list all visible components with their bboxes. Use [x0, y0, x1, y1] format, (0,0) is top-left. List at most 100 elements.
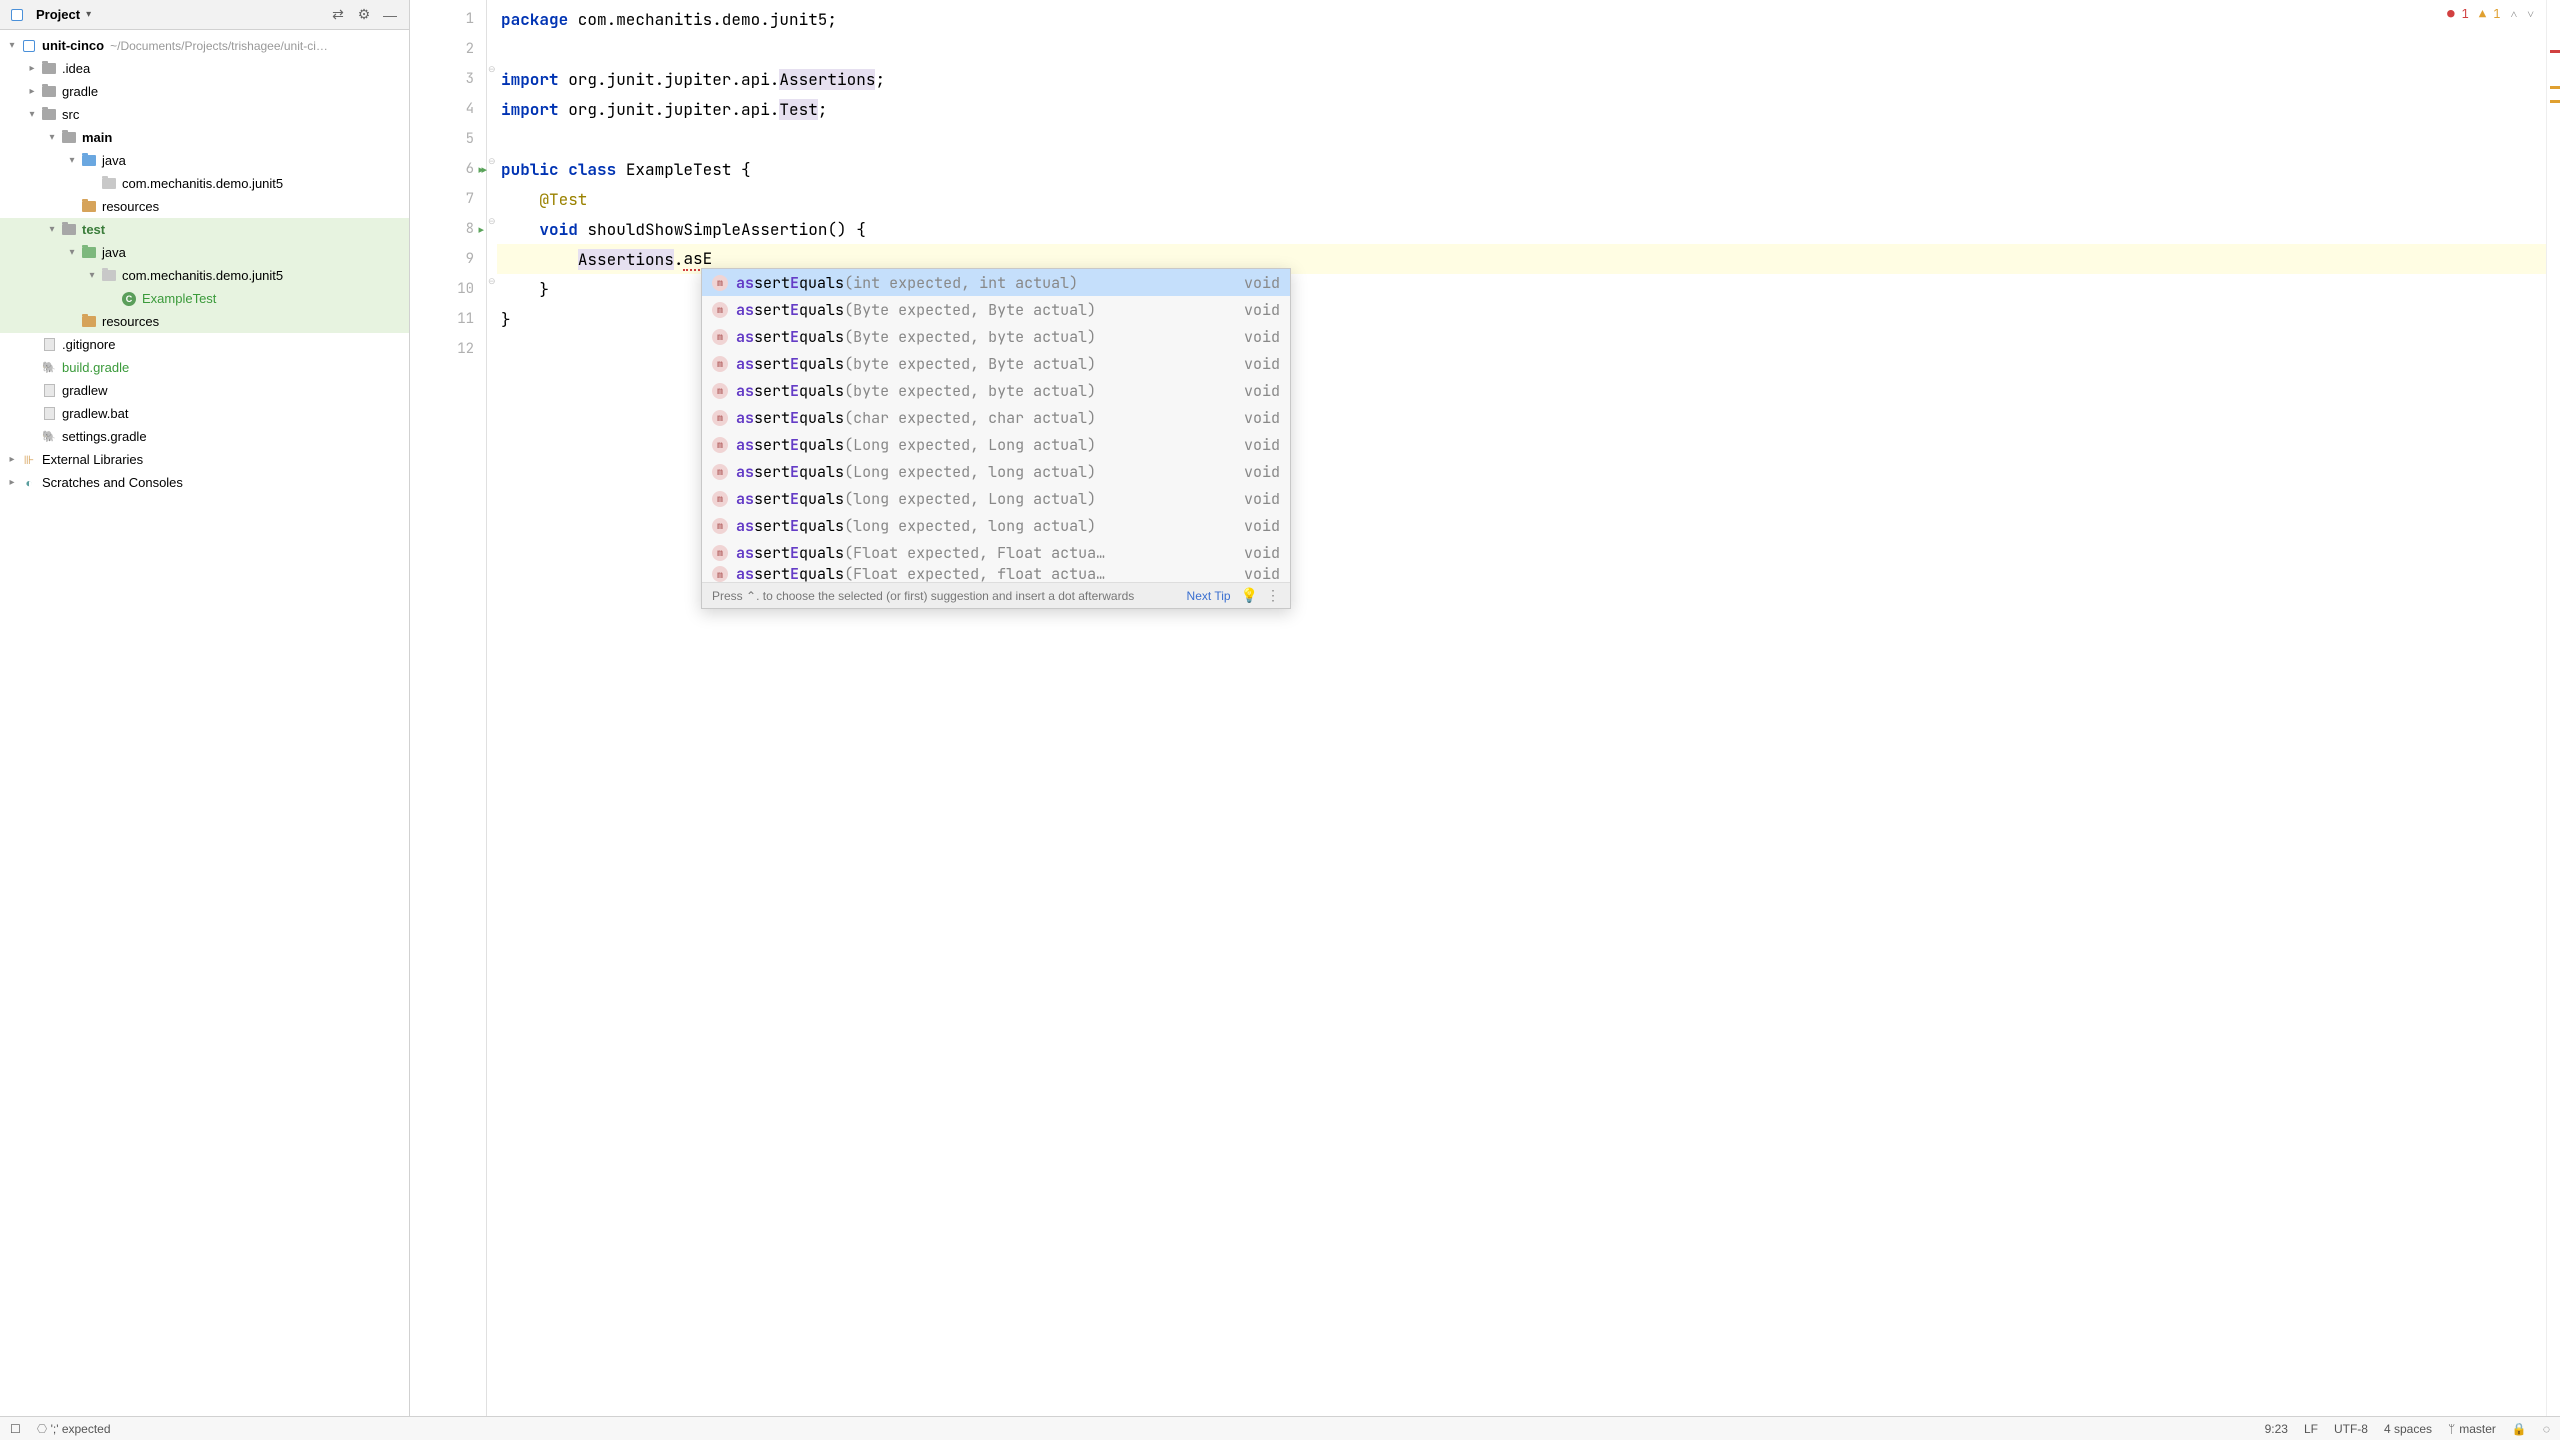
status-bar: ☐ ⎔ ';' expected 9:23 LF UTF-8 4 spaces … — [0, 1416, 2560, 1440]
gutter-line[interactable]: 2 — [410, 34, 486, 64]
gutter-line[interactable]: 6▸ — [410, 154, 486, 184]
line-separator[interactable]: LF — [2304, 1422, 2318, 1436]
gutter-line[interactable]: 7 — [410, 184, 486, 214]
gutter-line[interactable]: 11 — [410, 304, 486, 334]
completion-item[interactable]: massertEquals(byte expected, byte actual… — [702, 377, 1290, 404]
tree-node-settings-gradle[interactable]: ▸🐘settings.gradle — [0, 425, 409, 448]
completion-item[interactable]: massertEquals(char expected, char actual… — [702, 404, 1290, 431]
status-message: ⎔ ';' expected — [37, 1422, 111, 1436]
completion-popup[interactable]: massertEquals(int expected, int actual)v… — [701, 268, 1291, 609]
tree-node-scratches[interactable]: ▸◐Scratches and Consoles — [0, 471, 409, 494]
prev-highlight-icon[interactable]: ˄ — [2510, 6, 2517, 22]
code-editor[interactable]: ● 1 ▲ 1 ˄ ˅ package com.mechanitis.demo.… — [497, 0, 2546, 1416]
completion-hint: Press ⌃. to choose the selected (or firs… — [712, 589, 1134, 603]
fold-column[interactable]: ⊖ ⊖ ⊖ ⊖ — [487, 0, 497, 1416]
caret-position[interactable]: 9:23 — [2265, 1422, 2288, 1436]
error-count-icon[interactable]: ● 1 — [2447, 6, 2469, 22]
method-badge-icon: m — [712, 545, 728, 561]
completion-item[interactable]: massertEquals(int expected, int actual)v… — [702, 269, 1290, 296]
tree-root[interactable]: ▾unit-cinco~/Documents/Projects/trishage… — [0, 34, 409, 57]
error-stripe[interactable] — [2546, 0, 2560, 1416]
status-icon[interactable]: ☐ — [10, 1422, 21, 1436]
completion-item[interactable]: massertEquals(long expected, long actual… — [702, 512, 1290, 539]
minimize-icon[interactable]: — — [379, 4, 401, 26]
tree-node-example-test[interactable]: ▸CExampleTest — [0, 287, 409, 310]
next-tip-link[interactable]: Next Tip — [1187, 589, 1231, 603]
tree-node-main-resources[interactable]: ▸resources — [0, 195, 409, 218]
class-icon: C — [120, 292, 138, 306]
next-highlight-icon[interactable]: ˅ — [2527, 6, 2534, 22]
tree-node-gradlew-bat[interactable]: ▸gradlew.bat — [0, 402, 409, 425]
run-test-icon[interactable]: ▸ — [478, 223, 484, 236]
more-icon[interactable]: ⋮ — [1266, 587, 1280, 604]
bulb-icon[interactable]: 💡 — [1241, 587, 1258, 604]
inspection-widget[interactable]: ● 1 ▲ 1 ˄ ˅ — [2447, 6, 2534, 22]
tree-node-build-gradle[interactable]: ▸🐘build.gradle — [0, 356, 409, 379]
project-panel-header: Project ▾ ⇄ ⚙ — — [0, 0, 409, 30]
project-tool-window: Project ▾ ⇄ ⚙ — ▾unit-cinco~/Documents/P… — [0, 0, 410, 1416]
tree-node-external-libs[interactable]: ▸⊪External Libraries — [0, 448, 409, 471]
folder-icon — [40, 86, 58, 97]
completion-item[interactable]: massertEquals(Long expected, Long actual… — [702, 431, 1290, 458]
run-class-icon[interactable]: ▸ — [478, 163, 484, 176]
method-badge-icon: m — [712, 329, 728, 345]
project-tree[interactable]: ▾unit-cinco~/Documents/Projects/trishage… — [0, 30, 409, 1416]
method-badge-icon: m — [712, 491, 728, 507]
lock-icon[interactable]: 🔒 — [2512, 1422, 2527, 1436]
notifications-icon[interactable]: ◌ — [2543, 1422, 2550, 1436]
file-icon — [40, 407, 58, 420]
tree-node-test-pkg[interactable]: ▾com.mechanitis.demo.junit5 — [0, 264, 409, 287]
tree-node-main-java[interactable]: ▾java — [0, 149, 409, 172]
tree-node-idea[interactable]: ▸.idea — [0, 57, 409, 80]
method-badge-icon: m — [712, 566, 728, 582]
tree-node-test[interactable]: ▾test — [0, 218, 409, 241]
folder-icon — [40, 63, 58, 74]
source-folder-icon — [80, 155, 98, 166]
completion-item[interactable]: massertEquals(byte expected, Byte actual… — [702, 350, 1290, 377]
completion-item[interactable]: massertEquals(Float expected, Float actu… — [702, 539, 1290, 566]
module-icon — [20, 40, 38, 52]
gutter-line[interactable]: 1 — [410, 4, 486, 34]
completion-item[interactable]: massertEquals(Byte expected, byte actual… — [702, 323, 1290, 350]
tree-node-gradle[interactable]: ▸gradle — [0, 80, 409, 103]
completion-item[interactable]: massertEquals(Float expected, float actu… — [702, 566, 1290, 582]
completion-item[interactable]: massertEquals(Long expected, long actual… — [702, 458, 1290, 485]
scratch-icon: ◐ — [20, 476, 38, 490]
gutter-line[interactable]: 10 — [410, 274, 486, 304]
tree-node-main-pkg[interactable]: ▸com.mechanitis.demo.junit5 — [0, 172, 409, 195]
completion-item[interactable]: massertEquals(Byte expected, Byte actual… — [702, 296, 1290, 323]
folder-icon — [40, 109, 58, 120]
package-icon — [100, 270, 118, 281]
file-encoding[interactable]: UTF-8 — [2334, 1422, 2368, 1436]
tree-node-gitignore[interactable]: ▸.gitignore — [0, 333, 409, 356]
gutter-line[interactable]: 9 — [410, 244, 486, 274]
test-folder-icon — [80, 247, 98, 258]
tree-node-test-java[interactable]: ▾java — [0, 241, 409, 264]
project-icon — [8, 9, 26, 21]
tree-node-main[interactable]: ▾main — [0, 126, 409, 149]
gutter-line[interactable]: 12 — [410, 334, 486, 364]
gutter-line[interactable]: 5 — [410, 124, 486, 154]
tree-node-gradlew[interactable]: ▸gradlew — [0, 379, 409, 402]
gear-icon[interactable]: ⚙ — [353, 4, 375, 26]
tree-node-src[interactable]: ▾src — [0, 103, 409, 126]
method-badge-icon: m — [712, 356, 728, 372]
resource-folder-icon — [80, 316, 98, 327]
method-badge-icon: m — [712, 410, 728, 426]
file-icon — [40, 384, 58, 397]
completion-item[interactable]: massertEquals(long expected, Long actual… — [702, 485, 1290, 512]
editor-gutter: 123456▸78▸9101112 — [410, 0, 487, 1416]
gutter-line[interactable]: 8▸ — [410, 214, 486, 244]
warning-count-icon[interactable]: ▲ 1 — [2479, 6, 2501, 22]
gutter-line[interactable]: 3 — [410, 64, 486, 94]
panel-dropdown-icon[interactable]: ▾ — [86, 9, 91, 20]
folder-icon — [60, 132, 78, 143]
indent-info[interactable]: 4 spaces — [2384, 1422, 2432, 1436]
library-icon: ⊪ — [20, 453, 38, 467]
method-badge-icon: m — [712, 437, 728, 453]
tree-node-test-resources[interactable]: ▸resources — [0, 310, 409, 333]
gutter-line[interactable]: 4 — [410, 94, 486, 124]
folder-icon — [60, 224, 78, 235]
select-opened-file-icon[interactable]: ⇄ — [327, 4, 349, 26]
git-branch[interactable]: ᛘmaster — [2448, 1422, 2496, 1436]
